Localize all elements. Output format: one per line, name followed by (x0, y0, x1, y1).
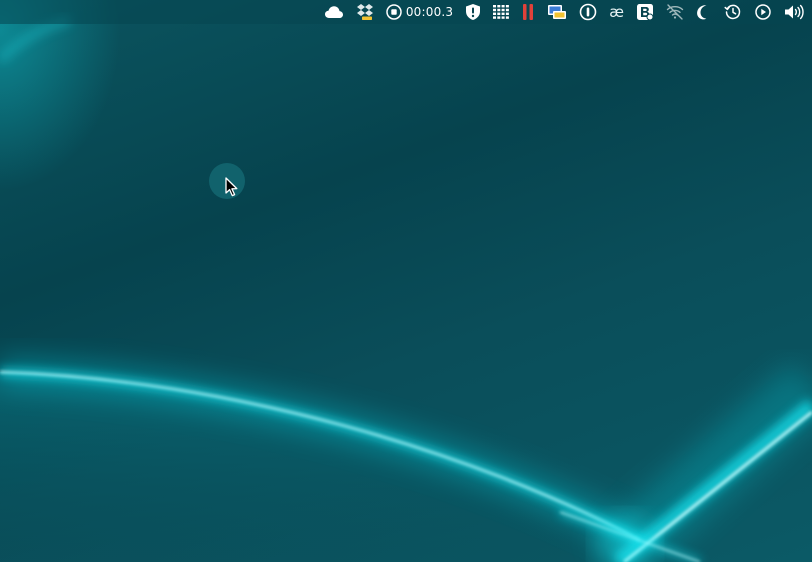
time-machine-menu[interactable] (718, 0, 748, 24)
screen-recorder-menu[interactable]: 00:00.3 (380, 0, 459, 24)
display-icon (548, 5, 567, 19)
grid-app-menu[interactable] (487, 0, 515, 24)
history-icon (724, 4, 741, 20)
password-manager-menu[interactable] (573, 0, 603, 24)
volume-icon (785, 4, 804, 20)
mouse-pointer-icon (225, 177, 238, 197)
dropbox-icon (356, 4, 373, 20)
wifi-menu[interactable] (660, 0, 690, 24)
recording-timer: 00:00.3 (405, 5, 454, 19)
play-app-menu[interactable] (748, 0, 778, 24)
grid-icon (493, 5, 510, 19)
wifi-off-icon (666, 4, 684, 20)
ae-app-menu[interactable]: æ (603, 0, 630, 24)
security-menu[interactable] (459, 0, 487, 24)
ae-ligature-icon: æ (609, 2, 624, 21)
menu-bar: 00:00.3 æ (0, 0, 812, 24)
password-key-icon (579, 3, 597, 21)
b-badge-icon (637, 4, 654, 21)
pause-icon (523, 4, 534, 20)
moon-icon (697, 5, 707, 20)
stop-record-icon (386, 4, 402, 20)
desktop: 00:00.3 æ (0, 0, 812, 562)
icloud-menu[interactable] (318, 0, 350, 24)
cloud-icon (324, 6, 343, 18)
pause-app-menu[interactable] (515, 0, 541, 24)
do-not-disturb-menu[interactable] (690, 0, 718, 24)
shield-alert-icon (466, 4, 481, 20)
display-app-menu[interactable] (541, 0, 573, 24)
volume-menu[interactable] (778, 0, 812, 24)
play-circle-icon (755, 4, 771, 20)
b-app-menu[interactable] (630, 0, 660, 24)
dropbox-menu[interactable] (350, 0, 380, 24)
wallpaper (0, 0, 812, 562)
